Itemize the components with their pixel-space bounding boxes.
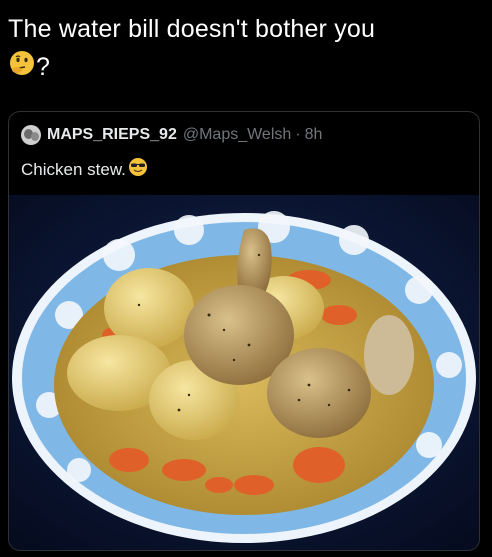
timestamp[interactable]: 8h [305, 126, 323, 144]
user-handle[interactable]: @Maps_Welsh [183, 126, 291, 144]
tweet-photo[interactable] [9, 195, 479, 550]
quoted-tweet-card[interactable]: MAPS_RIEPS_92 @Maps_Welsh · 8h Chicken s… [8, 111, 480, 551]
tweet-text-content: Chicken stew. [21, 159, 126, 179]
tweet-text: Chicken stew. [21, 157, 148, 182]
thinking-face-icon [8, 49, 36, 88]
caption-text: The water bill doesn't bother you [8, 15, 376, 43]
caption-question-mark: ? [36, 53, 51, 81]
chicken-stew-photo [9, 195, 479, 550]
separator-dot: · [295, 126, 301, 143]
meme-caption: The water bill doesn't bother you ? [8, 10, 484, 88]
display-name[interactable]: MAPS_RIEPS_92 [47, 126, 177, 144]
sunglasses-face-icon [128, 157, 148, 182]
avatar[interactable] [21, 125, 41, 145]
tweet-header: MAPS_RIEPS_92 @Maps_Welsh · 8h [21, 124, 322, 146]
